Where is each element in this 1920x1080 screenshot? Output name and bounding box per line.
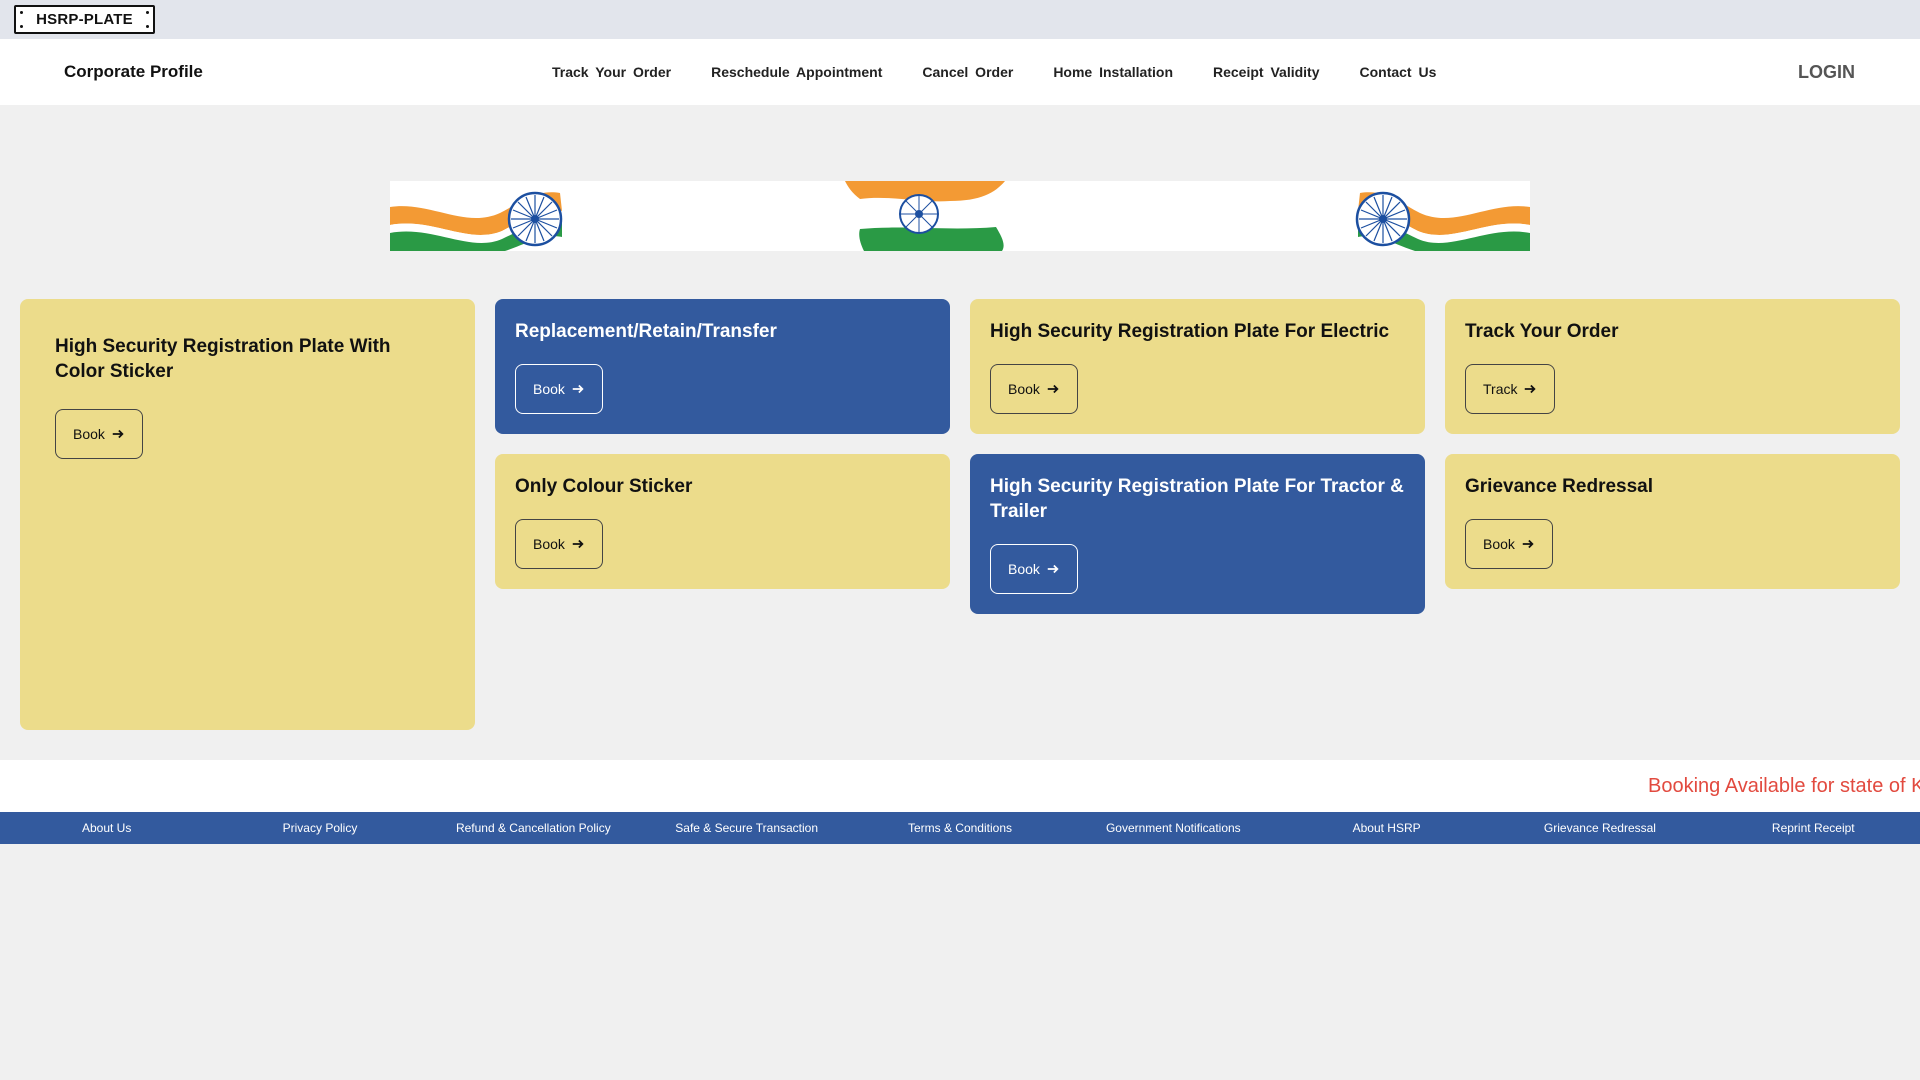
button-label: Book — [533, 381, 565, 397]
footer-privacy-policy[interactable]: Privacy Policy — [213, 812, 426, 844]
footer-reprint-receipt[interactable]: Reprint Receipt — [1707, 812, 1920, 844]
arrow-right-icon — [1047, 564, 1059, 574]
card-title: Grievance Redressal — [1465, 476, 1654, 497]
footer-grievance-redressal[interactable]: Grievance Redressal — [1493, 812, 1706, 844]
footer-about-hsrp[interactable]: About HSRP — [1280, 812, 1493, 844]
button-label: Book — [533, 536, 565, 552]
footer-links: About Us Privacy Policy Refund & Cancell… — [0, 812, 1920, 844]
plate-rivet — [20, 25, 23, 28]
footer-government-notifications[interactable]: Government Notifications — [1067, 812, 1280, 844]
announcement-ticker: Booking Available for state of K — [0, 760, 1920, 812]
card-title: Track Your Order — [1465, 321, 1619, 342]
arrow-right-icon — [112, 429, 124, 439]
indian-flag-banner — [390, 181, 1530, 251]
card-title: High Security Registration Plate For Ele… — [990, 321, 1390, 342]
nav-track-your-order[interactable]: Track Your Order — [552, 64, 671, 80]
card-replacement-retain-transfer: Replacement/Retain/Transfer Book — [495, 299, 950, 434]
nav-reschedule-appointment[interactable]: Reschedule Appointment — [711, 64, 882, 80]
nav-links: Track Your Order Reschedule Appointment … — [532, 39, 1456, 105]
footer-terms-conditions[interactable]: Terms & Conditions — [853, 812, 1066, 844]
button-label: Book — [1483, 536, 1515, 552]
card-hsrp-tractor-trailer: High Security Registration Plate For Tra… — [970, 454, 1425, 614]
arrow-right-icon — [1522, 539, 1534, 549]
card-track-your-order: Track Your Order Track — [1445, 299, 1900, 434]
card-title: Replacement/Retain/Transfer — [515, 321, 777, 342]
nav-receipt-validity[interactable]: Receipt Validity — [1213, 64, 1319, 80]
corporate-profile-link[interactable]: Corporate Profile — [64, 39, 203, 105]
nav-contact-us[interactable]: Contact Us — [1359, 64, 1436, 80]
indian-flag-icon — [390, 181, 1530, 251]
nav-home-installation[interactable]: Home Installation — [1053, 64, 1173, 80]
book-button[interactable]: Book — [515, 364, 603, 414]
book-button[interactable]: Book — [990, 544, 1078, 594]
card-grievance-redressal: Grievance Redressal Book — [1445, 454, 1900, 589]
plate-rivet — [146, 11, 149, 14]
plate-rivet — [146, 25, 149, 28]
card-title: High Security Registration Plate For Tra… — [990, 476, 1404, 522]
arrow-right-icon — [572, 539, 584, 549]
button-label: Book — [1008, 381, 1040, 397]
button-label: Book — [1008, 561, 1040, 577]
book-button[interactable]: Book — [55, 409, 143, 459]
footer-refund-cancellation[interactable]: Refund & Cancellation Policy — [427, 812, 640, 844]
arrow-right-icon — [572, 384, 584, 394]
book-button[interactable]: Book — [515, 519, 603, 569]
plate-rivet — [20, 11, 23, 14]
main-navbar: Corporate Profile Track Your Order Resch… — [0, 39, 1920, 105]
card-hsrp-electric: High Security Registration Plate For Ele… — [970, 299, 1425, 434]
button-label: Book — [73, 426, 105, 442]
footer-safe-secure-transaction[interactable]: Safe & Secure Transaction — [640, 812, 853, 844]
card-hsrp-color-sticker: High Security Registration Plate With Co… — [20, 299, 475, 730]
hsrp-plate-logo[interactable]: HSRP-PLATE — [14, 5, 155, 34]
ticker-text: Booking Available for state of K — [1648, 774, 1920, 797]
arrow-right-icon — [1525, 384, 1537, 394]
footer-about-us[interactable]: About Us — [0, 812, 213, 844]
button-label: Track — [1483, 381, 1518, 397]
track-button[interactable]: Track — [1465, 364, 1556, 414]
arrow-right-icon — [1047, 384, 1059, 394]
top-bar: HSRP-PLATE — [0, 0, 1920, 39]
card-title: High Security Registration Plate With Co… — [55, 336, 391, 382]
card-title: Only Colour Sticker — [515, 476, 693, 497]
card-only-colour-sticker: Only Colour Sticker Book — [495, 454, 950, 589]
book-button[interactable]: Book — [1465, 519, 1553, 569]
login-button[interactable]: LOGIN — [1798, 39, 1855, 105]
logo-text: HSRP-PLATE — [36, 11, 133, 28]
book-button[interactable]: Book — [990, 364, 1078, 414]
nav-cancel-order[interactable]: Cancel Order — [922, 64, 1013, 80]
